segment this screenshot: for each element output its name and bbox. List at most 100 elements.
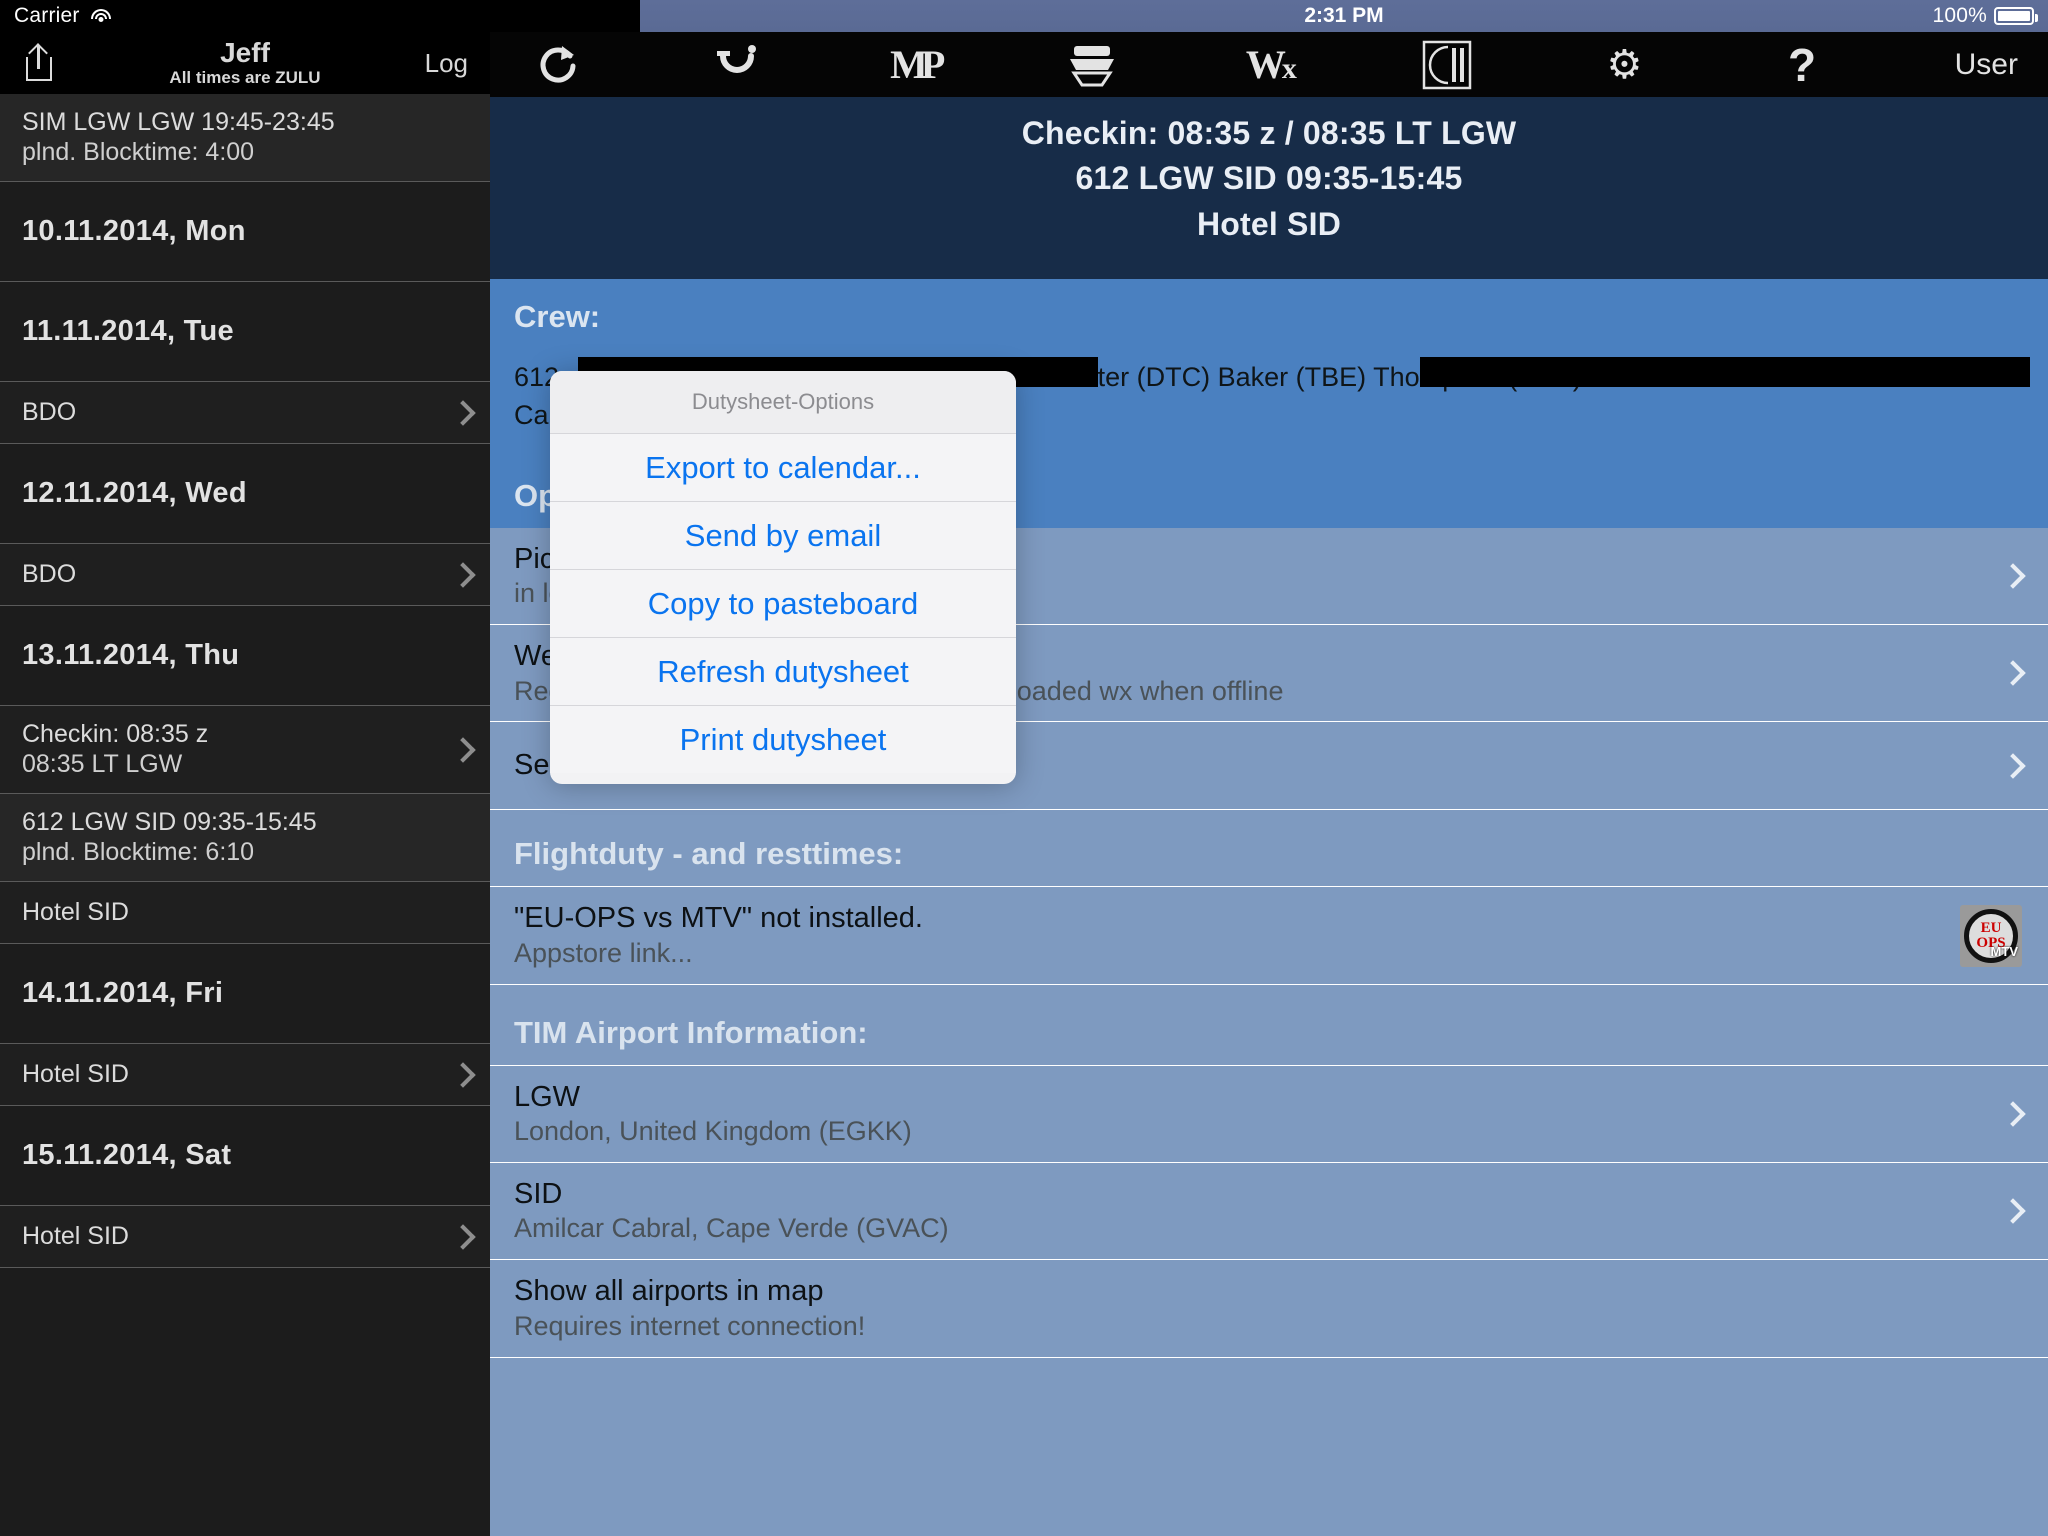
battery-indicator: 100% bbox=[1932, 4, 2038, 28]
sidebar-date-header: 14.11.2014, Fri bbox=[0, 944, 490, 1044]
sidebar-list-item[interactable]: Hotel SID bbox=[0, 1206, 490, 1268]
wifi-icon bbox=[90, 8, 112, 24]
sidebar-item-line1: 10.11.2014, Mon bbox=[22, 215, 246, 247]
sidebar-item-line1: 11.11.2014, Tue bbox=[22, 315, 234, 347]
banner-checkin-line: Checkin: 08:35 z / 08:35 LT LGW bbox=[1021, 115, 1517, 151]
chevron-right-icon bbox=[2000, 563, 2026, 589]
flightduty-heading: Flightduty - and resttimes: bbox=[514, 836, 904, 872]
carrier-label: Carrier bbox=[14, 4, 80, 27]
chevron-right-icon bbox=[2000, 1198, 2026, 1224]
airport-row[interactable]: LGW London, United Kingdom (EGKK) bbox=[490, 1066, 2048, 1164]
sidebar-item-line1: Hotel SID bbox=[22, 1059, 129, 1088]
sidebar-item-line1: BDO bbox=[22, 397, 77, 426]
airport-row[interactable]: SID Amilcar Cabral, Cape Verde (GVAC) bbox=[490, 1163, 2048, 1261]
detail-row-title: Show all airports in map bbox=[514, 1275, 824, 1308]
airport-row[interactable]: Show all airports in map Requires interne… bbox=[490, 1260, 2048, 1358]
help-question-icon[interactable]: ? bbox=[1763, 32, 1841, 97]
chevron-right-icon bbox=[450, 399, 476, 426]
status-bar: Carrier 2:31 PM 100% bbox=[0, 0, 2048, 32]
clock-label: 2:31 PM bbox=[1304, 4, 1384, 27]
sidebar-item-line1: SIM LGW LGW 19:45-23:45 bbox=[22, 108, 335, 136]
action-sheet-item[interactable]: Refresh dutysheet bbox=[550, 637, 1016, 705]
dining-plate-icon[interactable] bbox=[1408, 32, 1486, 97]
chevron-right-icon bbox=[450, 561, 476, 588]
sidebar-date-header: 11.11.2014, Tue bbox=[0, 282, 490, 382]
dutysheet-banner: Checkin: 08:35 z / 08:35 LT LGW 612 LGW … bbox=[490, 97, 2048, 280]
action-sheet-title: Dutysheet-Options bbox=[550, 371, 1016, 433]
chevron-right-icon bbox=[450, 736, 476, 763]
banner-flight-line: 612 LGW SID 09:35-15:45 bbox=[1075, 160, 1463, 197]
app-root: Carrier 2:31 PM 100% Jeff All times are … bbox=[0, 0, 2048, 1536]
action-sheet-item[interactable]: Send by email bbox=[550, 501, 1016, 569]
sidebar-list-item[interactable]: SIM LGW LGW 19:45-23:45 plnd. Blocktime: … bbox=[0, 94, 490, 182]
eu-ops-vs-mtv-badge-icon[interactable]: EU OPS MTV bbox=[1960, 904, 2022, 967]
sidebar-item-line1: Checkin: 08:35 z bbox=[22, 720, 209, 748]
log-button[interactable]: Log bbox=[425, 48, 468, 79]
sidebar-navbar: Jeff All times are ZULU Log bbox=[0, 32, 490, 94]
crew-heading: Crew: bbox=[514, 299, 601, 335]
sidebar-list-item[interactable]: Hotel SID bbox=[0, 882, 490, 944]
detail-toolbar[interactable]: MP Wx ⚙? User bbox=[490, 32, 2048, 97]
weather-wx-icon[interactable]: Wx bbox=[1230, 32, 1308, 97]
action-sheet-item[interactable]: Copy to pasteboard bbox=[550, 569, 1016, 637]
share-icon[interactable] bbox=[22, 43, 56, 83]
airport-rows[interactable]: LGW London, United Kingdom (EGKK) SID Amilc… bbox=[490, 1066, 2048, 1358]
books-stack-icon[interactable] bbox=[1053, 32, 1131, 97]
sidebar-list-item[interactable]: BDO bbox=[0, 382, 490, 444]
detail-row-subtitle: London, United Kingdom (EGKK) bbox=[514, 1116, 912, 1147]
flightduty-row-title: "EU-OPS vs MTV" not installed. bbox=[514, 902, 923, 935]
sidebar-item-line1: 12.11.2014, Wed bbox=[22, 477, 247, 509]
timezone-note: All times are ZULU bbox=[169, 67, 321, 87]
detail-row-title: SID bbox=[514, 1178, 563, 1211]
detail-row-title: LGW bbox=[514, 1080, 581, 1113]
action-sheet-item[interactable]: Export to calendar... bbox=[550, 433, 1016, 501]
mp-logo-icon[interactable]: MP bbox=[875, 32, 953, 97]
sidebar-item-line1: 612 LGW SID 09:35-15:45 bbox=[22, 808, 317, 836]
crew-section-header: Crew: bbox=[490, 279, 2048, 350]
sidebar-list-item[interactable]: 612 LGW SID 09:35-15:45 plnd. Blocktime: … bbox=[0, 794, 490, 882]
status-bar-right: 2:31 PM 100% bbox=[640, 0, 2048, 32]
undo-arrow-icon[interactable] bbox=[698, 32, 776, 97]
schedule-sidebar[interactable]: Jeff All times are ZULU Log SIM LGW LGW … bbox=[0, 32, 490, 1536]
sidebar-list-item[interactable]: Checkin: 08:35 z 08:35 LT LGW bbox=[0, 706, 490, 794]
battery-percent-label: 100% bbox=[1932, 4, 1987, 27]
sidebar-title-group: Jeff All times are ZULU bbox=[0, 38, 490, 88]
sidebar-item-line1: Hotel SID bbox=[22, 1221, 129, 1250]
battery-full-icon bbox=[1994, 7, 2038, 25]
gear-icon[interactable]: ⚙ bbox=[1585, 32, 1663, 97]
airports-section-header: TIM Airport Information: bbox=[490, 985, 2048, 1066]
sidebar-date-header: 13.11.2014, Thu bbox=[0, 606, 490, 706]
airports-heading: TIM Airport Information: bbox=[514, 1014, 868, 1050]
sidebar-item-line1: BDO bbox=[22, 559, 77, 588]
sidebar-date-header: 10.11.2014, Mon bbox=[0, 182, 490, 282]
flightduty-section-header: Flightduty - and resttimes: bbox=[490, 810, 2048, 888]
sidebar-list[interactable]: SIM LGW LGW 19:45-23:45 plnd. Blocktime: … bbox=[0, 94, 490, 1268]
detail-row-subtitle: Amilcar Cabral, Cape Verde (GVAC) bbox=[514, 1213, 949, 1244]
dutysheet-detail-panel[interactable]: MP Wx ⚙? User Checkin: 08:35 z / 08:35 LT L… bbox=[490, 32, 2048, 1536]
sidebar-item-line1: Hotel SID bbox=[22, 897, 129, 926]
refresh-icon[interactable] bbox=[520, 32, 598, 97]
flightduty-row[interactable]: "EU-OPS vs MTV" not installed. Appstore … bbox=[490, 887, 2048, 985]
sidebar-list-item[interactable]: Hotel SID bbox=[0, 1044, 490, 1106]
status-bar-left: Carrier bbox=[0, 0, 640, 32]
user-name-title: Jeff bbox=[220, 37, 270, 69]
sidebar-item-line2: 08:35 LT LGW bbox=[22, 749, 183, 778]
user-button[interactable]: User bbox=[1955, 48, 2018, 82]
banner-hotel-line: Hotel SID bbox=[1196, 205, 1342, 242]
sidebar-date-header: 15.11.2014, Sat bbox=[0, 1106, 490, 1206]
sidebar-list-item[interactable]: BDO bbox=[0, 544, 490, 606]
action-sheet-item[interactable]: Print dutysheet bbox=[550, 705, 1016, 773]
dutysheet-options-action-sheet[interactable]: Dutysheet-Options Export to calendar... S… bbox=[550, 371, 1016, 784]
sidebar-item-line1: 14.11.2014, Fri bbox=[22, 977, 224, 1009]
chevron-right-icon bbox=[2000, 660, 2026, 687]
crew-redaction-bar-2 bbox=[1420, 357, 2030, 388]
sidebar-item-line2: plnd. Blocktime: 6:10 bbox=[22, 837, 255, 866]
detail-row-subtitle: Requires internet connection! bbox=[514, 1310, 866, 1341]
sidebar-date-header: 12.11.2014, Wed bbox=[0, 444, 490, 544]
flightduty-row-subtitle: Appstore link... bbox=[514, 937, 693, 968]
chevron-right-icon bbox=[450, 1061, 476, 1088]
chevron-right-icon bbox=[2000, 753, 2026, 779]
action-sheet-items[interactable]: Export to calendar... Send by email Copy t… bbox=[550, 433, 1016, 773]
sidebar-item-line1: 13.11.2014, Thu bbox=[22, 639, 240, 671]
chevron-right-icon bbox=[450, 1223, 476, 1250]
